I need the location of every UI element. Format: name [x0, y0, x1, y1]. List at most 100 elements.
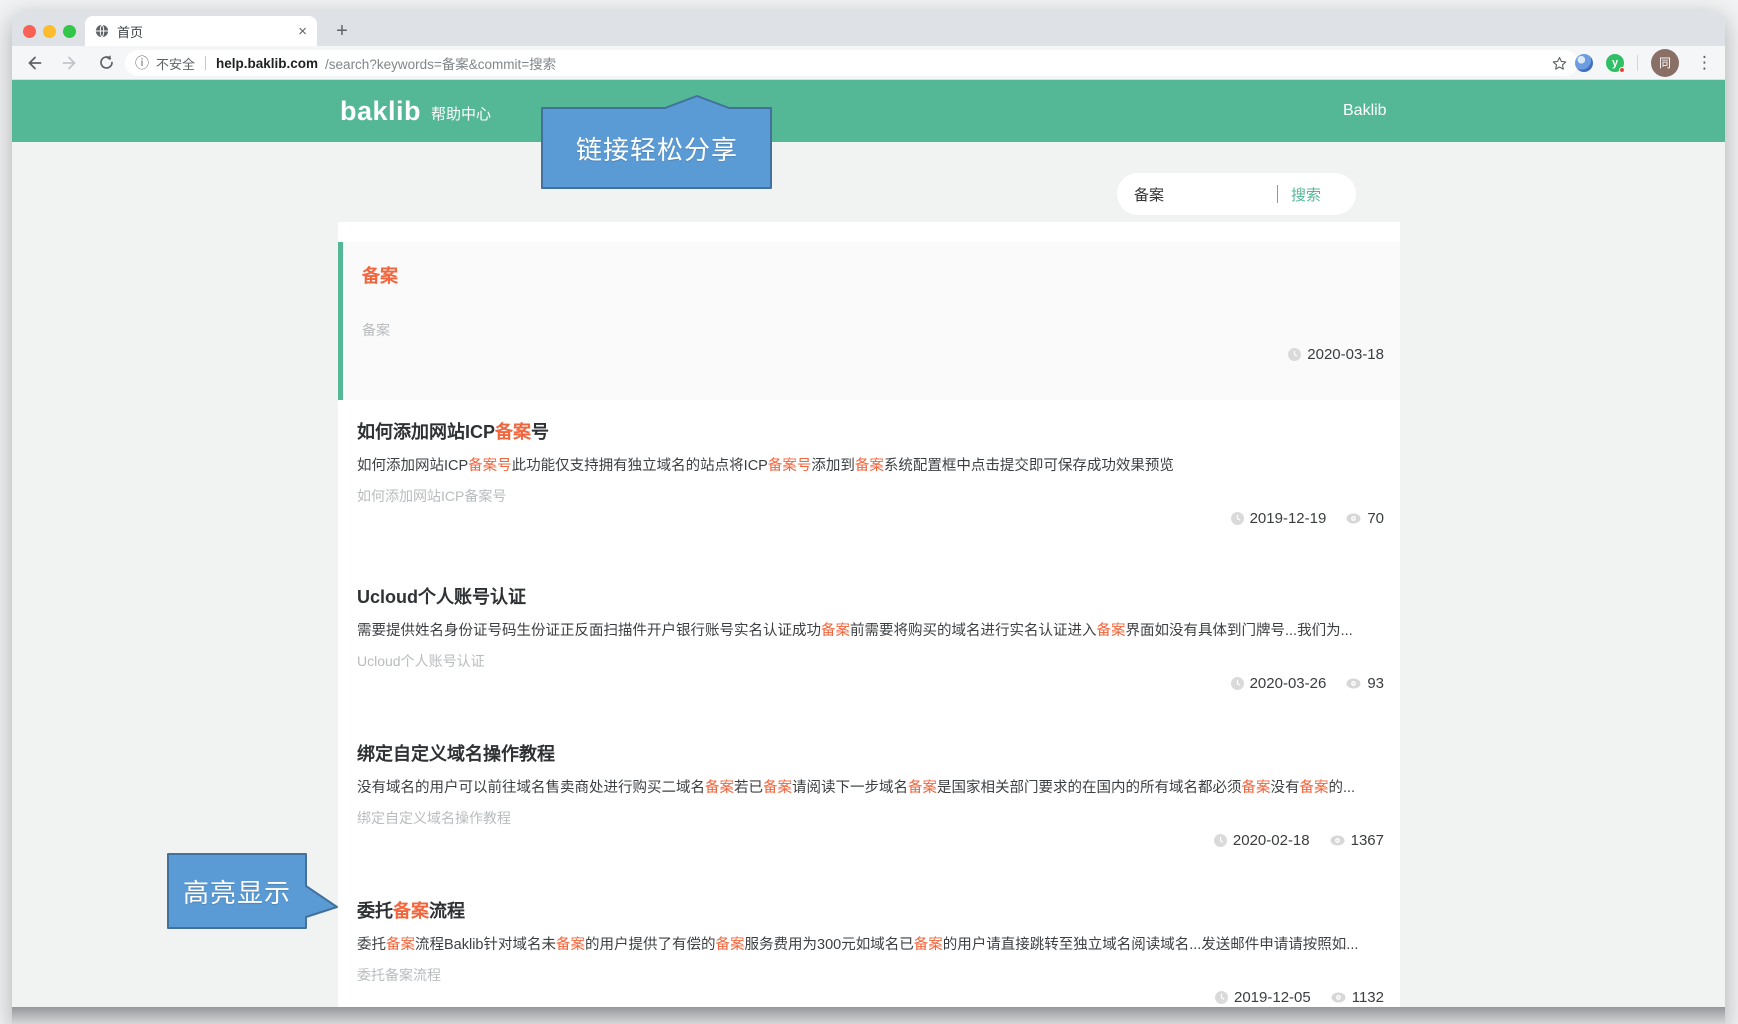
- text-segment: 请阅读下一步域名: [792, 780, 908, 796]
- browser-menu-icon[interactable]: ⋮: [1692, 53, 1717, 73]
- browser-tab[interactable]: 首页 ×: [85, 16, 317, 46]
- result-meta: 2019-12-19 70: [1230, 510, 1384, 527]
- search-input[interactable]: [1117, 185, 1277, 203]
- url-host: help.baklib.com: [216, 55, 319, 71]
- text-segment: 系统配置框中点击提交即可保存成功效果预览: [883, 458, 1174, 474]
- tab-strip: 首页 × +: [12, 12, 1725, 46]
- bookmark-star-icon[interactable]: [1551, 55, 1568, 72]
- text-segment: 添加到: [811, 458, 855, 474]
- url-bar[interactable]: ⓘ 不安全 help.baklib.com/search?keywords=备案…: [125, 50, 1578, 76]
- highlighted-keyword: 备案: [715, 937, 745, 953]
- maximize-window-button[interactable]: [63, 25, 76, 38]
- annotation-highlight-text: 高亮显示: [182, 879, 291, 909]
- clock-icon: [1215, 991, 1228, 1004]
- result-subtitle: Ucloud个人账号认证: [357, 653, 485, 669]
- views-icon: [1330, 835, 1345, 846]
- result-title-link[interactable]: 如何添加网站ICP备案号: [357, 418, 549, 444]
- text-segment: 的...: [1328, 780, 1356, 796]
- url-path: /search?keywords=备案&commit=搜索: [325, 57, 557, 72]
- avatar-glyph: 同: [1658, 56, 1671, 70]
- text-segment: 服务费用为300元如域名已: [744, 937, 914, 953]
- highlighted-keyword: 备案: [1096, 623, 1126, 639]
- close-window-button[interactable]: [23, 25, 36, 38]
- highlighted-keyword: 备案号: [767, 458, 812, 474]
- text-segment: 流程Baklib针对域名未: [415, 937, 556, 953]
- result-title-link[interactable]: 绑定自定义域名操作教程: [357, 740, 555, 766]
- text-segment: 绑定自定义域名操作教程: [357, 744, 555, 764]
- result-views: 93: [1367, 675, 1384, 692]
- logo-suffix: 帮助中心: [431, 105, 492, 123]
- clock-icon: [1288, 348, 1302, 361]
- extensions-area: y 同 ⋮: [1575, 46, 1717, 79]
- featured-subtitle: 备案: [362, 322, 390, 338]
- result-item: 委托备案流程 委托备案流程Baklib针对域名未备案的用户提供了有偿的备案服务费用…: [357, 897, 1384, 1017]
- text-segment: 委托: [357, 937, 386, 953]
- new-tab-button[interactable]: +: [327, 16, 357, 46]
- security-label: 不安全: [156, 56, 196, 72]
- text-segment: 此功能仅支持拥有独立域名的站点将ICP: [511, 458, 768, 474]
- result-date: 2020-02-18: [1232, 832, 1310, 849]
- header-nav-link[interactable]: Baklib: [1343, 80, 1387, 142]
- minimize-window-button[interactable]: [43, 25, 56, 38]
- result-date: 2019-12-05: [1234, 989, 1311, 1006]
- tab-favicon-globe-icon: [95, 24, 109, 38]
- text-segment: 前需要将购买的域名进行实名认证进入: [850, 623, 1097, 639]
- featured-meta: 2020-03-18: [1288, 346, 1384, 363]
- highlighted-keyword: 备案: [821, 623, 850, 639]
- result-subtitle: 委托备案流程: [357, 967, 441, 983]
- profile-avatar[interactable]: 同: [1651, 48, 1679, 77]
- highlighted-keyword: 备案: [386, 937, 415, 953]
- result-description: 如何添加网站ICP备案号此功能仅支持拥有独立域名的站点将ICP备案号添加到备案系…: [357, 454, 1384, 475]
- tab-close-icon[interactable]: ×: [298, 24, 307, 39]
- featured-title[interactable]: 备案: [362, 262, 398, 288]
- result-item: 绑定自定义域名操作教程没有域名的用户可以前往域名售卖商处进行购买二域名备案若已备…: [357, 740, 1384, 860]
- highlighted-keyword: 备案: [854, 458, 884, 474]
- result-description: 需要提供姓名身份证号码生份证正反面扫描件开户银行账号实名认证成功备案前需要将购买…: [357, 619, 1384, 640]
- text-segment: 的用户请直接跳转至独立域名阅读域名...发送邮件申请请按照如...: [942, 937, 1359, 953]
- refresh-icon[interactable]: [96, 53, 116, 73]
- highlighted-keyword: 备案: [495, 422, 532, 442]
- result-title-link[interactable]: Ucloud个人账号认证: [357, 583, 526, 609]
- window-bottom-edge: [12, 1007, 1725, 1024]
- highlighted-keyword: 备案: [908, 780, 937, 796]
- page-info-icon[interactable]: ⓘ: [135, 53, 149, 73]
- result-item: Ucloud个人账号认证需要提供姓名身份证号码生份证正反面扫描件开户银行账号实名…: [357, 583, 1384, 703]
- featured-date: 2020-03-18: [1307, 346, 1384, 363]
- highlighted-keyword: 备案: [705, 780, 734, 796]
- browser-toolbar: ⓘ 不安全 help.baklib.com/search?keywords=备案…: [12, 46, 1725, 80]
- highlighted-keyword: 备案: [763, 780, 792, 796]
- text-segment: 号: [531, 422, 550, 442]
- site-logo[interactable]: baklib 帮助中心: [340, 80, 491, 142]
- search-submit-button[interactable]: 搜索: [1278, 184, 1339, 205]
- extension-green-icon[interactable]: y: [1606, 53, 1625, 73]
- text-segment: 没有域名的用户可以前往域名售卖商处进行购买二域名: [357, 780, 705, 796]
- forward-icon[interactable]: [60, 53, 80, 73]
- clock-icon: [1213, 834, 1227, 847]
- result-date: 2020-03-26: [1249, 675, 1327, 692]
- result-description: 没有域名的用户可以前往域名售卖商处进行购买二域名备案若已备案请阅读下一步域名备案…: [357, 776, 1384, 797]
- result-views: 70: [1367, 510, 1384, 527]
- text-segment: 如何添加网站ICP: [357, 458, 469, 474]
- nav-buttons: [24, 46, 116, 79]
- annotation-share-text: 链接轻松分享: [575, 135, 738, 166]
- extension-glyph: y: [1611, 56, 1619, 69]
- result-title-link[interactable]: 委托备案流程: [357, 897, 465, 923]
- featured-result-card[interactable]: 备案 备案 2020-03-18: [338, 242, 1400, 400]
- back-icon[interactable]: [24, 53, 44, 73]
- result-item: 如何添加网站ICP备案号 如何添加网站ICP备案号此功能仅支持拥有独立域名的站点将…: [357, 418, 1384, 538]
- search-bar: 搜索: [1117, 173, 1356, 215]
- result-views: 1367: [1350, 832, 1384, 849]
- views-icon: [1331, 992, 1346, 1003]
- result-subtitle: 如何添加网站ICP备案号: [357, 488, 507, 504]
- text-segment: 界面如没有具体到门牌号...我们为...: [1125, 623, 1353, 639]
- text-segment: 没有: [1270, 780, 1300, 796]
- highlighted-keyword: 备案: [1299, 780, 1329, 796]
- text-segment: 如何添加网站ICP: [357, 422, 496, 442]
- clock-icon: [1230, 512, 1244, 525]
- clock-icon: [1230, 677, 1244, 690]
- extension-globe-icon[interactable]: [1575, 53, 1593, 72]
- text-segment: 委托: [357, 901, 393, 921]
- highlighted-keyword: 备案: [556, 937, 585, 953]
- highlighted-keyword: 备案: [1241, 780, 1271, 796]
- url-separator: [205, 56, 207, 70]
